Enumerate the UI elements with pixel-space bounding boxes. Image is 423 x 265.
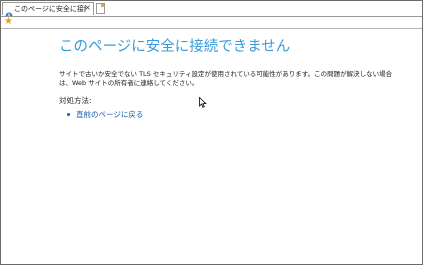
tab-title: このページに安全に接続できま...	[14, 5, 86, 13]
new-tab-icon[interactable]	[96, 3, 105, 14]
tab-current[interactable]: このページに安全に接続できま... ×	[2, 2, 94, 20]
page-content	[1, 29, 422, 264]
tab-strip: このページに安全に接続できま... ×	[1, 1, 422, 20]
close-icon[interactable]: ×	[84, 3, 91, 13]
remedy-list: 直前のページに戻る	[67, 110, 143, 120]
page-title: このページに安全に接続できません	[59, 39, 291, 55]
browser-window: このページに安全に接続できま... × ★ このページに安全に接続できません サ…	[0, 0, 423, 265]
favorites-bar: ★	[1, 16, 422, 29]
go-back-link[interactable]: 直前のページに戻る	[76, 110, 143, 119]
error-page-icon	[5, 5, 13, 20]
mouse-pointer-icon	[199, 93, 207, 108]
error-description: サイトで古いか安全でない TLS セキュリティ設定が使用されている可能性がありま…	[59, 70, 393, 87]
list-item: 直前のページに戻る	[67, 110, 143, 120]
remedy-heading: 対処方法:	[59, 96, 92, 105]
bullet-icon	[67, 113, 70, 116]
favorites-star-icon[interactable]: ★	[4, 16, 13, 27]
